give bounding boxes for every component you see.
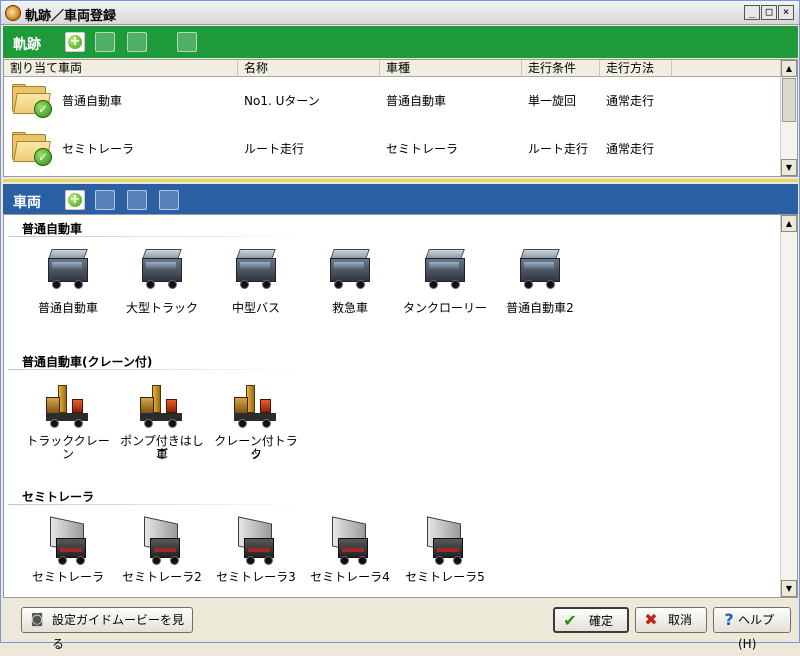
- vehicles-panel: 普通自動車 普通自動車 大型トラック 中型バス 救急車 タンクローリー 普通自動…: [3, 214, 798, 598]
- plus-icon: +: [69, 34, 81, 49]
- column-header-name[interactable]: 名称: [238, 60, 380, 77]
- crane-truck-icon: [44, 383, 94, 431]
- cell-condition: ルート走行: [528, 142, 589, 156]
- ok-button[interactable]: ✔ 確定: [553, 607, 629, 633]
- semi-trailer-icon: [142, 516, 188, 568]
- window-title: 軌跡／車両登録: [25, 9, 117, 24]
- guide-movie-label: 設定ガイドムービーを見る: [52, 613, 185, 651]
- table-row[interactable]: ✓ セミトレーラ ルート走行 セミトレーラ ルート走行 通常走行: [4, 126, 781, 173]
- edit-vehicle-button[interactable]: [95, 190, 115, 210]
- bus-icon: [234, 249, 280, 291]
- scroll-down-arrow-icon[interactable]: ▼: [781, 580, 797, 597]
- vehicle-label: セミトレーラ2: [122, 570, 202, 584]
- vehicle-label: トラッククレーン: [26, 434, 110, 461]
- track-vehicle-registration-window: 軌跡／車両登録 _ □ × 軌跡 + 割り当て車両 名称 車種 走行条件 走行方…: [0, 0, 800, 651]
- checkmark-icon: ✔: [563, 611, 577, 630]
- delete-track-button[interactable]: [127, 32, 147, 52]
- tracks-table: 割り当て車両 名称 車種 走行条件 走行方法 ✓ 普通自動車 No1. Uターン…: [3, 59, 798, 177]
- column-header-type[interactable]: 車種: [380, 60, 522, 77]
- splitter[interactable]: [3, 179, 798, 182]
- table-row[interactable]: ✓ 普通自動車 No1. Uターン 普通自動車 単一旋回 通常走行: [4, 78, 781, 125]
- semi-trailer-icon: [48, 516, 94, 568]
- scroll-thumb[interactable]: [782, 78, 796, 122]
- bus-icon: [46, 249, 92, 291]
- vehicle-label: タンクローリー: [402, 301, 487, 315]
- delete-vehicle-button[interactable]: [127, 190, 147, 210]
- cell-name: ルート走行: [244, 142, 305, 156]
- tracks-table-header: 割り当て車両 名称 車種 走行条件 走行方法: [4, 60, 781, 77]
- close-button[interactable]: ×: [778, 5, 794, 20]
- vehicle-label: 大型トラック: [125, 301, 198, 315]
- column-header-condition[interactable]: 走行条件: [522, 60, 600, 77]
- vehicle-label: セミトレーラ: [31, 570, 104, 584]
- group-divider: [8, 236, 308, 237]
- maximize-button[interactable]: □: [761, 5, 777, 20]
- vehicle-label-line2: 車: [155, 447, 168, 461]
- edit-track-button[interactable]: [95, 32, 115, 52]
- add-track-button[interactable]: +: [65, 32, 85, 52]
- scroll-down-arrow-icon[interactable]: ▼: [781, 159, 797, 176]
- bus-icon: [423, 249, 469, 291]
- vehicle-label: セミトレーラ3: [216, 570, 296, 584]
- column-header-method[interactable]: 走行方法: [600, 60, 672, 77]
- title-bar[interactable]: 軌跡／車両登録 _ □ ×: [1, 1, 799, 25]
- vehicles-scrollbar[interactable]: ▲ ▼: [780, 215, 797, 597]
- cell-type: セミトレーラ: [386, 142, 459, 156]
- crane-truck-icon: [232, 383, 282, 431]
- cell-type: 普通自動車: [386, 94, 447, 108]
- bus-icon: [140, 249, 186, 291]
- tracks-header: 軌跡 +: [3, 26, 798, 58]
- cell-condition: 単一旋回: [528, 94, 577, 108]
- app-icon: [5, 5, 21, 21]
- track-tool-button[interactable]: [177, 32, 197, 52]
- semi-trailer-icon: [425, 516, 471, 568]
- group-divider: [8, 369, 308, 370]
- help-button[interactable]: ? ヘルプ(H): [713, 607, 791, 651]
- crane-truck-icon: [138, 383, 188, 431]
- folder-check-icon: ✓: [12, 84, 52, 118]
- cell-method: 通常走行: [606, 94, 655, 108]
- tracks-label: 軌跡: [13, 37, 41, 53]
- cross-icon: ✖: [644, 610, 658, 629]
- column-header-vehicle[interactable]: 割り当て車両: [4, 60, 238, 77]
- vehicle-label: 中型バス: [231, 301, 280, 315]
- vehicle-tool-button[interactable]: [159, 190, 179, 210]
- question-mark-icon: ?: [724, 610, 734, 629]
- bus-icon: [328, 249, 374, 291]
- plus-icon: +: [69, 192, 81, 207]
- cancel-label: 取消: [668, 613, 693, 627]
- vehicle-label: セミトレーラ5: [405, 570, 485, 584]
- folder-check-icon: ✓: [12, 132, 52, 166]
- semi-trailer-icon: [236, 516, 282, 568]
- vehicles-header: 車両 +: [3, 184, 798, 216]
- vehicle-label: 普通自動車2: [506, 301, 574, 315]
- guide-movie-button[interactable]: ◙ 設定ガイドムービーを見る: [21, 607, 193, 651]
- minimize-button[interactable]: _: [744, 5, 760, 20]
- vehicle-label: 普通自動車: [37, 301, 98, 315]
- scroll-up-arrow-icon[interactable]: ▲: [781, 215, 797, 232]
- ok-label: 確定: [589, 614, 614, 628]
- group-title-semi: セミトレーラ: [22, 490, 95, 504]
- vehicle-label: セミトレーラ4: [310, 570, 390, 584]
- help-label: ヘルプ(H): [738, 613, 775, 651]
- group-divider: [8, 504, 308, 505]
- cell-vehicle: 普通自動車: [62, 94, 123, 108]
- group-title-standard: 普通自動車: [22, 222, 83, 236]
- cell-method: 通常走行: [606, 142, 655, 156]
- cell-name: No1. Uターン: [244, 94, 320, 108]
- cell-vehicle: セミトレーラ: [62, 142, 135, 156]
- cancel-button[interactable]: ✖ 取消: [635, 607, 707, 633]
- tracks-scrollbar[interactable]: ▲ ▼: [780, 60, 797, 176]
- group-title-crane: 普通自動車(クレーン付): [22, 355, 153, 369]
- bus-icon: [518, 249, 564, 291]
- film-icon: ◙: [30, 612, 44, 627]
- vehicles-label: 車両: [13, 195, 41, 211]
- add-vehicle-button[interactable]: +: [65, 190, 85, 210]
- semi-trailer-icon: [330, 516, 376, 568]
- vehicle-label: 救急車: [331, 301, 368, 315]
- vehicle-label-line2: ク: [249, 447, 262, 461]
- scroll-up-arrow-icon[interactable]: ▲: [781, 60, 797, 77]
